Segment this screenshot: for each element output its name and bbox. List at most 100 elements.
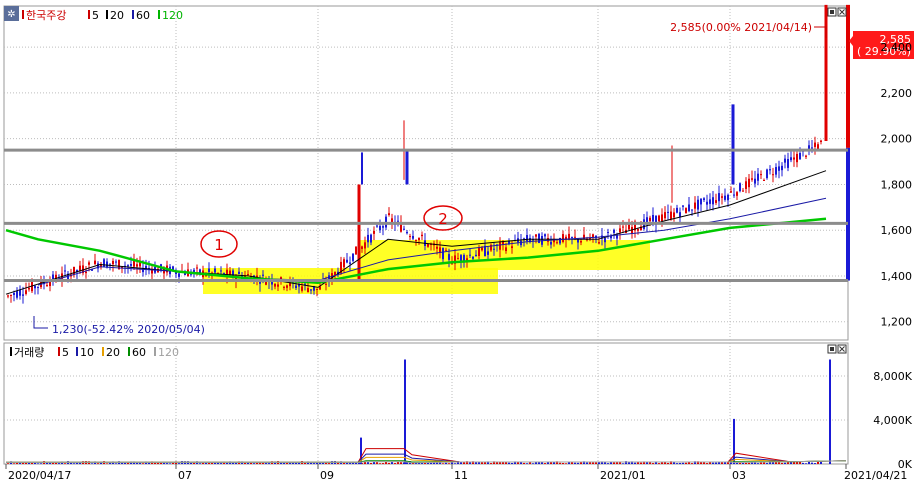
candle-body bbox=[805, 155, 807, 157]
volume-bar bbox=[784, 462, 786, 464]
date-tick-label: 03 bbox=[732, 469, 746, 482]
candle-body bbox=[349, 262, 351, 264]
legend-swatch bbox=[128, 347, 130, 356]
volume-bar bbox=[109, 462, 111, 464]
candle-body bbox=[7, 295, 9, 297]
candle-body bbox=[679, 212, 681, 217]
candle-body bbox=[739, 183, 741, 192]
volume-bar bbox=[127, 462, 129, 464]
candle-body bbox=[376, 225, 378, 227]
high-annotation: 2,585(0.00% 2021/04/14) bbox=[670, 21, 812, 34]
candle-body bbox=[718, 193, 720, 202]
candle-body bbox=[427, 244, 429, 247]
candle-body bbox=[682, 205, 684, 207]
date-x-axis: 2020/04/17 07 09 11 2021/01 03 2021/04/21 bbox=[5, 464, 907, 482]
volume-bar bbox=[7, 463, 9, 464]
candle-body bbox=[115, 261, 117, 263]
candle-body bbox=[16, 291, 18, 298]
candle-body bbox=[238, 271, 240, 275]
volume-bar bbox=[559, 462, 561, 464]
candle-body bbox=[88, 262, 90, 265]
volume-bar bbox=[388, 462, 390, 464]
volume-bar bbox=[142, 463, 144, 464]
volume-bar bbox=[394, 463, 396, 464]
candle-body bbox=[559, 237, 561, 244]
legend-swatch bbox=[88, 10, 90, 19]
volume-bar bbox=[265, 463, 267, 464]
volume-bar bbox=[220, 463, 222, 464]
candle-body bbox=[274, 283, 276, 287]
candle-body bbox=[472, 256, 474, 259]
candle-body bbox=[310, 289, 312, 291]
volume-bar bbox=[40, 463, 42, 464]
volume-bar bbox=[712, 462, 714, 464]
candle-body bbox=[733, 194, 735, 196]
volume-bar bbox=[205, 462, 207, 464]
candle-body bbox=[388, 213, 390, 215]
candle-body bbox=[346, 259, 348, 263]
volume-bar bbox=[76, 463, 78, 464]
legend-label: 20 bbox=[110, 9, 124, 22]
candle-body bbox=[361, 246, 363, 249]
volume-bar bbox=[73, 463, 75, 464]
settings-glyph-icon: ✲ bbox=[7, 9, 15, 20]
volume-bar bbox=[748, 462, 750, 464]
candle-body bbox=[769, 169, 771, 171]
volume-bar bbox=[658, 463, 660, 464]
volume-bar bbox=[376, 462, 378, 464]
candle-body bbox=[724, 195, 726, 200]
volume-bar bbox=[286, 462, 288, 464]
candle-body bbox=[220, 270, 222, 272]
volume-bar bbox=[64, 463, 66, 464]
circle-label-2: 2 bbox=[438, 210, 448, 228]
candle-body bbox=[742, 190, 744, 192]
volume-bar bbox=[544, 463, 546, 464]
price-tick-label: 1,200 bbox=[881, 316, 913, 329]
volume-bar bbox=[400, 462, 402, 464]
candle-body bbox=[397, 220, 399, 222]
candle-body bbox=[694, 202, 696, 209]
legend-label: 10 bbox=[80, 346, 94, 359]
candle-body bbox=[511, 246, 513, 249]
candle-body bbox=[760, 174, 762, 176]
volume-bar bbox=[31, 463, 33, 464]
candle-body bbox=[442, 248, 444, 260]
candle-body bbox=[544, 234, 546, 237]
volume-bar bbox=[169, 463, 171, 464]
candle-body bbox=[793, 157, 795, 160]
volume-bar bbox=[562, 462, 564, 464]
candle-body bbox=[613, 229, 615, 233]
candle-body bbox=[658, 215, 660, 222]
candle-body bbox=[94, 260, 96, 264]
candle-body bbox=[691, 209, 693, 211]
candle-body bbox=[772, 174, 774, 176]
candle-body bbox=[751, 178, 753, 180]
volume-bar bbox=[640, 462, 642, 464]
candle-body bbox=[352, 253, 354, 261]
volume-bar bbox=[478, 462, 480, 464]
candle-body bbox=[766, 169, 768, 179]
price-tick-label: 1,800 bbox=[881, 178, 913, 191]
chart-canvas: 1 2 2,585(0.00% 2021/04/14) 1,230(-52.42… bbox=[3, 4, 914, 482]
candle-body bbox=[64, 270, 66, 272]
volume-bar bbox=[37, 463, 39, 464]
candle-body bbox=[622, 226, 624, 228]
candle-body bbox=[382, 226, 384, 228]
volume-bar bbox=[742, 462, 744, 464]
volume-bar bbox=[199, 463, 201, 464]
volume-bar bbox=[148, 462, 150, 464]
candle-body bbox=[436, 246, 438, 249]
volume-bar bbox=[49, 462, 51, 464]
candle-body bbox=[715, 200, 717, 203]
candle-body bbox=[448, 254, 450, 260]
candle-body bbox=[25, 290, 27, 294]
volume-bar bbox=[445, 462, 447, 464]
candle-body bbox=[109, 263, 111, 265]
candle-body bbox=[736, 192, 738, 196]
candle-body bbox=[607, 231, 609, 233]
candle-body bbox=[415, 239, 417, 242]
candle-body bbox=[574, 236, 576, 238]
price-y-axis: 2,400 2,200 2,000 1,800 1,600 1,400 1,200 bbox=[881, 41, 913, 329]
volume-bar bbox=[634, 462, 636, 464]
candle-body bbox=[208, 268, 210, 273]
